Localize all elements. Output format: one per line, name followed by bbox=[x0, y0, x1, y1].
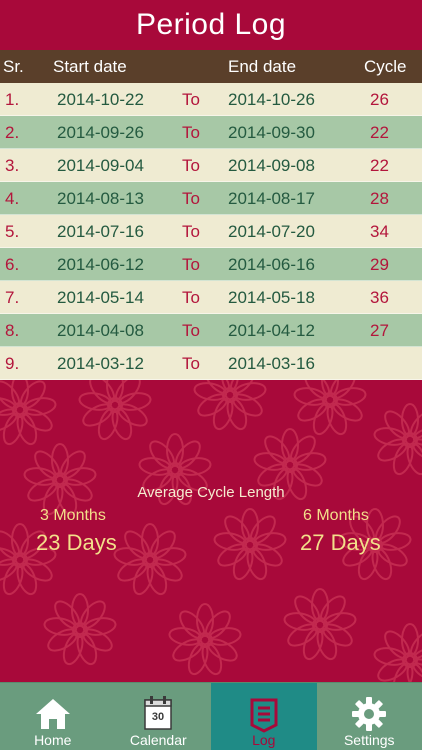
cycle-length: 22 bbox=[370, 156, 389, 175]
row-number: 5. bbox=[5, 222, 20, 241]
three-months-value: 23 Days bbox=[36, 530, 117, 555]
end-date: 2014-07-20 bbox=[228, 222, 315, 241]
cycle-length: 28 bbox=[370, 189, 389, 208]
three-months-label: 3 Months bbox=[40, 507, 106, 524]
row-number: 2. bbox=[5, 123, 20, 142]
row-number: 3. bbox=[5, 156, 20, 175]
column-header-end-date: End date bbox=[228, 57, 297, 76]
end-date: 2014-08-17 bbox=[228, 189, 315, 208]
period-log-table: 1. 2014-10-22 To 2014-10-26 26 2. 2014-0… bbox=[0, 83, 422, 380]
start-date: 2014-05-14 bbox=[57, 288, 144, 307]
to-label: To bbox=[182, 321, 200, 340]
table-row[interactable]: 9. 2014-03-12 To 2014-03-16 bbox=[0, 347, 422, 380]
start-date: 2014-10-22 bbox=[57, 90, 144, 109]
six-months-label: 6 Months bbox=[303, 507, 369, 524]
table-row[interactable]: 7. 2014-05-14 To 2014-05-18 36 bbox=[0, 281, 422, 314]
tab-settings-label: Settings bbox=[343, 732, 395, 748]
row-number: 4. bbox=[5, 189, 20, 208]
column-header-sr: Sr. bbox=[3, 57, 24, 76]
home-icon bbox=[35, 699, 70, 729]
cycle-length: 29 bbox=[370, 255, 389, 274]
gear-icon bbox=[352, 697, 387, 731]
tab-home-label: Home bbox=[34, 732, 72, 748]
table-row[interactable]: 2. 2014-09-26 To 2014-09-30 22 bbox=[0, 116, 422, 149]
cycle-length: 26 bbox=[370, 90, 389, 109]
cycle-length: 27 bbox=[370, 321, 389, 340]
table-row[interactable]: 5. 2014-07-16 To 2014-07-20 34 bbox=[0, 215, 422, 248]
cycle-length: 34 bbox=[370, 222, 389, 241]
app-header: Period Log bbox=[0, 0, 422, 50]
tab-log-label: Log bbox=[252, 732, 276, 748]
start-date: 2014-09-04 bbox=[57, 156, 144, 175]
table-row[interactable]: 8. 2014-04-08 To 2014-04-12 27 bbox=[0, 314, 422, 347]
column-header-start-date: Start date bbox=[53, 57, 127, 76]
end-date: 2014-03-16 bbox=[228, 354, 315, 373]
to-label: To bbox=[182, 288, 200, 307]
tab-log[interactable]: Log bbox=[211, 683, 317, 750]
table-row[interactable]: 3. 2014-09-04 To 2014-09-08 22 bbox=[0, 149, 422, 182]
calendar-icon-text: 30 bbox=[152, 711, 164, 723]
row-number: 8. bbox=[5, 321, 20, 340]
start-date: 2014-03-12 bbox=[57, 354, 144, 373]
to-label: To bbox=[182, 222, 200, 241]
tab-bar: Home 30 Calendar Log Settings bbox=[0, 682, 422, 750]
cycle-length: 36 bbox=[370, 288, 389, 307]
row-number: 9. bbox=[5, 354, 20, 373]
row-number: 6. bbox=[5, 255, 20, 274]
tab-home[interactable]: Home bbox=[0, 683, 106, 750]
page-title: Period Log bbox=[135, 8, 287, 41]
end-date: 2014-04-12 bbox=[228, 321, 315, 340]
start-date: 2014-06-12 bbox=[57, 255, 144, 274]
to-label: To bbox=[182, 189, 200, 208]
row-number: 1. bbox=[5, 90, 20, 109]
cycle-length: 22 bbox=[370, 123, 389, 142]
end-date: 2014-05-18 bbox=[228, 288, 315, 307]
tab-calendar[interactable]: 30 Calendar bbox=[106, 683, 212, 750]
table-row[interactable]: 6. 2014-06-12 To 2014-06-16 29 bbox=[0, 248, 422, 281]
tab-settings[interactable]: Settings bbox=[317, 683, 422, 750]
to-label: To bbox=[182, 255, 200, 274]
tab-calendar-label: Calendar bbox=[129, 732, 187, 748]
start-date: 2014-07-16 bbox=[57, 222, 144, 241]
log-icon bbox=[250, 698, 278, 733]
end-date: 2014-09-30 bbox=[228, 123, 315, 142]
end-date: 2014-10-26 bbox=[228, 90, 315, 109]
end-date: 2014-06-16 bbox=[228, 255, 315, 274]
to-label: To bbox=[182, 156, 200, 175]
row-number: 7. bbox=[5, 288, 20, 307]
table-header: Sr. Start date End date Cycle bbox=[0, 50, 422, 83]
end-date: 2014-09-08 bbox=[228, 156, 315, 175]
start-date: 2014-04-08 bbox=[57, 321, 144, 340]
to-label: To bbox=[182, 90, 200, 109]
table-row[interactable]: 1. 2014-10-22 To 2014-10-26 26 bbox=[0, 83, 422, 116]
average-cycle-title: Average Cycle Length bbox=[137, 484, 285, 501]
to-label: To bbox=[182, 354, 200, 373]
to-label: To bbox=[182, 123, 200, 142]
start-date: 2014-08-13 bbox=[57, 189, 144, 208]
column-header-cycle: Cycle bbox=[364, 57, 407, 76]
start-date: 2014-09-26 bbox=[57, 123, 144, 142]
six-months-value: 27 Days bbox=[300, 530, 381, 555]
table-row[interactable]: 4. 2014-08-13 To 2014-08-17 28 bbox=[0, 182, 422, 215]
calendar-icon: 30 bbox=[144, 696, 172, 730]
